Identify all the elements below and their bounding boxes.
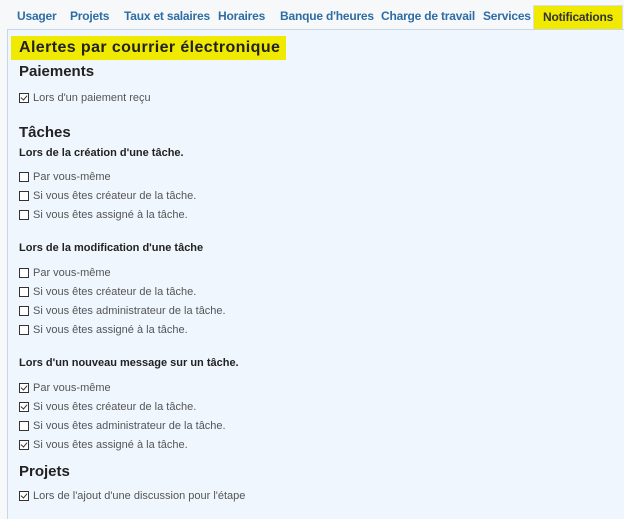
checkbox-checked[interactable] [19, 383, 29, 393]
group-title-nouveau-message: Lors d'un nouveau message sur un tâche. [19, 357, 239, 369]
tab-projets[interactable]: Projets [70, 0, 109, 30]
section-title-projets: Projets [19, 463, 70, 480]
option-paiement-recu[interactable]: Lors d'un paiement reçu [19, 92, 151, 104]
option-modification-assigne[interactable]: Si vous êtes assigné à la tâche. [19, 324, 188, 336]
tab-usager[interactable]: Usager [17, 0, 57, 30]
checkbox-unchecked[interactable] [19, 325, 29, 335]
checkbox-unchecked[interactable] [19, 268, 29, 278]
option-ajout-discussion-etape[interactable]: Lors de l'ajout d'une discussion pour l'… [19, 490, 245, 502]
option-message-createur[interactable]: Si vous êtes créateur de la tâche. [19, 401, 196, 413]
page-title: Alertes par courrier électronique [11, 36, 287, 60]
option-modification-administrateur[interactable]: Si vous êtes administrateur de la tâche. [19, 305, 226, 317]
option-modification-par-vous-meme[interactable]: Par vous-même [19, 267, 111, 279]
checkbox-unchecked[interactable] [19, 287, 29, 297]
tab-notifications[interactable]: Notifications [533, 5, 624, 30]
option-creation-par-vous-meme[interactable]: Par vous-même [19, 171, 111, 183]
tab-horaires[interactable]: Horaires [218, 0, 265, 30]
section-title-taches: Tâches [19, 124, 71, 141]
section-title-paiements: Paiements [19, 63, 95, 80]
group-title-creation: Lors de la création d'une tâche. [19, 147, 184, 159]
option-message-par-vous-meme[interactable]: Par vous-même [19, 382, 111, 394]
checkbox-unchecked[interactable] [19, 191, 29, 201]
tab-taux-et-salaires[interactable]: Taux et salaires [124, 0, 210, 30]
tab-services[interactable]: Services [483, 0, 531, 30]
group-title-modification: Lors de la modification d'une tâche [19, 242, 204, 254]
tab-bar: Usager Projets Taux et salaires Horaires… [0, 0, 624, 30]
checkbox-checked[interactable] [19, 93, 29, 103]
tab-charge-de-travail[interactable]: Charge de travail [381, 0, 475, 30]
checkbox-checked[interactable] [19, 440, 29, 450]
option-creation-assigne[interactable]: Si vous êtes assigné à la tâche. [19, 209, 188, 221]
option-message-administrateur[interactable]: Si vous êtes administrateur de la tâche. [19, 420, 226, 432]
checkbox-checked[interactable] [19, 491, 29, 501]
checkbox-unchecked[interactable] [19, 421, 29, 431]
checkbox-checked[interactable] [19, 402, 29, 412]
checkbox-unchecked[interactable] [19, 210, 29, 220]
option-modification-createur[interactable]: Si vous êtes créateur de la tâche. [19, 286, 196, 298]
tab-banque-d-heures[interactable]: Banque d'heures [280, 0, 374, 30]
checkbox-unchecked[interactable] [19, 306, 29, 316]
checkbox-unchecked[interactable] [19, 172, 29, 182]
option-creation-createur[interactable]: Si vous êtes créateur de la tâche. [19, 190, 196, 202]
option-message-assigne[interactable]: Si vous êtes assigné à la tâche. [19, 439, 188, 451]
